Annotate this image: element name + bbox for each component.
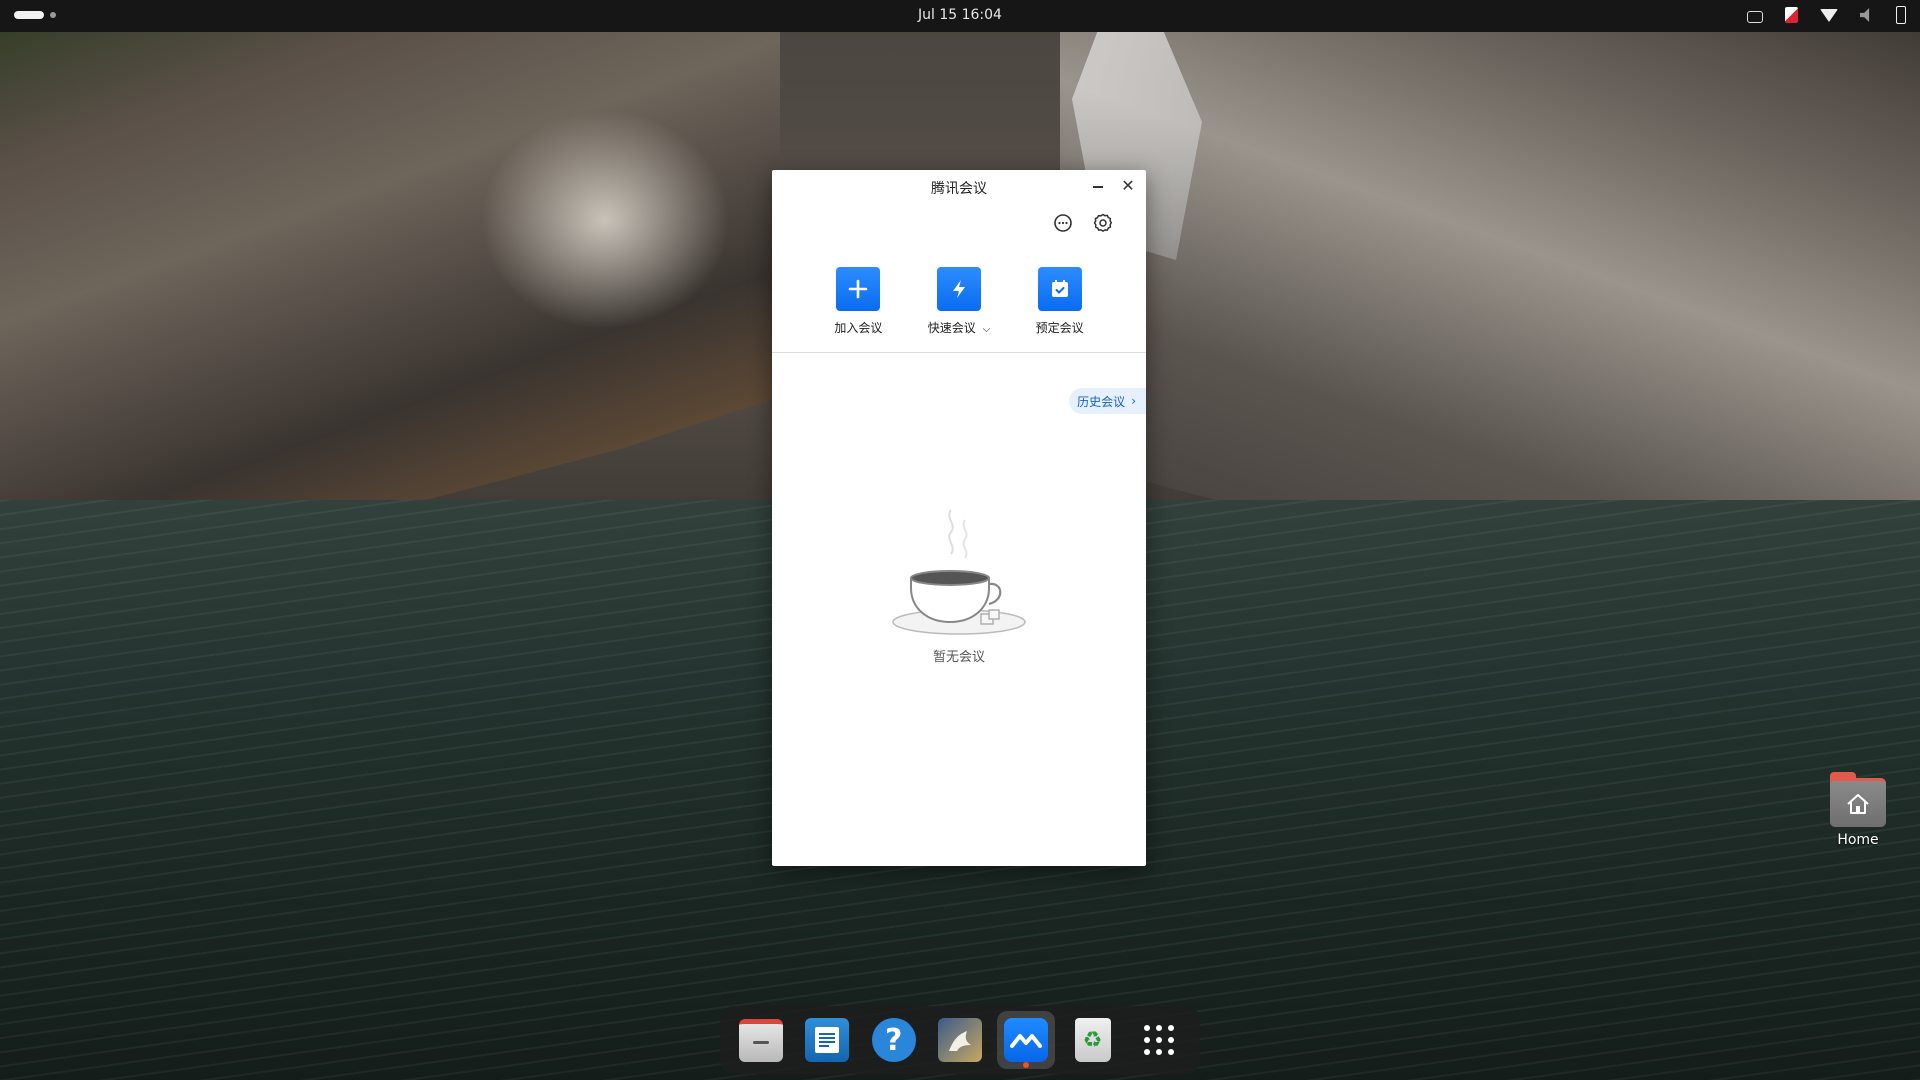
dock: ? ♻ (720, 1006, 1200, 1074)
quick-meeting-button[interactable]: 快速会议 ⌵ (919, 267, 999, 336)
dock-item-show-apps[interactable] (1130, 1011, 1188, 1069)
wifi-icon[interactable] (1820, 8, 1838, 22)
desktop-home-folder[interactable]: Home (1822, 772, 1894, 848)
chat-bubble-icon (1054, 214, 1072, 232)
empty-state: 暂无会议 (772, 500, 1146, 665)
app-grid-icon (1143, 1025, 1174, 1055)
chevron-down-icon[interactable]: ⌵ (983, 324, 991, 335)
dock-item-help[interactable]: ? (865, 1011, 923, 1069)
tencent-meeting-window: 腾讯会议 ✕ 加入会议 快速会议 ⌵ 预定会议 历史会议 › 暂无会议 (772, 170, 1146, 866)
dock-item-trash[interactable]: ♻ (1064, 1011, 1122, 1069)
settings-button[interactable] (1092, 212, 1114, 234)
empty-state-text: 暂无会议 (932, 650, 985, 665)
chevron-right-icon: › (1131, 394, 1136, 408)
history-meetings-label: 历史会议 (1077, 394, 1126, 409)
window-titlebar[interactable]: 腾讯会议 ✕ (772, 170, 1146, 202)
tencent-meeting-icon (1004, 1018, 1049, 1062)
minimize-button[interactable] (1088, 176, 1108, 196)
home-folder-icon (1830, 772, 1886, 827)
join-meeting-button[interactable]: 加入会议 (818, 267, 898, 336)
quick-meeting-label: 快速会议 (927, 321, 976, 335)
plus-icon (836, 267, 881, 311)
top-bar: Jul 15 16:04 (0, 0, 1920, 32)
meeting-actions: 加入会议 快速会议 ⌵ 预定会议 (772, 267, 1146, 336)
dock-item-tencent-meeting[interactable] (997, 1011, 1056, 1069)
clock[interactable]: Jul 15 16:04 (0, 7, 1920, 23)
help-icon: ? (871, 1018, 916, 1062)
volume-muted-icon[interactable] (1860, 8, 1870, 22)
close-button[interactable]: ✕ (1118, 176, 1138, 196)
writer-icon (805, 1018, 850, 1062)
join-meeting-label: 加入会议 (834, 321, 883, 335)
window-toolbar (1052, 212, 1114, 234)
history-meetings-button[interactable]: 历史会议 › (1069, 388, 1146, 414)
keyboard-icon[interactable] (1747, 10, 1763, 23)
coffee-cup-illustration (892, 509, 1026, 635)
gear-icon (1093, 213, 1113, 232)
schedule-meeting-button[interactable]: 预定会议 (1020, 267, 1100, 336)
files-icon (739, 1018, 784, 1062)
lightning-icon (936, 267, 981, 311)
system-tray[interactable] (1747, 6, 1906, 24)
dock-item-image-editor[interactable] (931, 1011, 989, 1069)
section-divider (772, 352, 1146, 353)
messages-button[interactable] (1052, 212, 1074, 234)
running-indicator (1023, 1062, 1030, 1068)
dock-item-files[interactable] (732, 1011, 790, 1069)
schedule-meeting-label: 预定会议 (1035, 321, 1084, 335)
image-editor-icon (937, 1018, 982, 1062)
calendar-icon (1037, 267, 1082, 311)
trash-icon: ♻ (1074, 1018, 1111, 1062)
app-indicator-icon[interactable] (1785, 7, 1798, 23)
home-folder-label: Home (1837, 832, 1879, 848)
battery-icon[interactable] (1896, 6, 1906, 24)
dock-item-libreoffice-writer[interactable] (798, 1011, 856, 1069)
